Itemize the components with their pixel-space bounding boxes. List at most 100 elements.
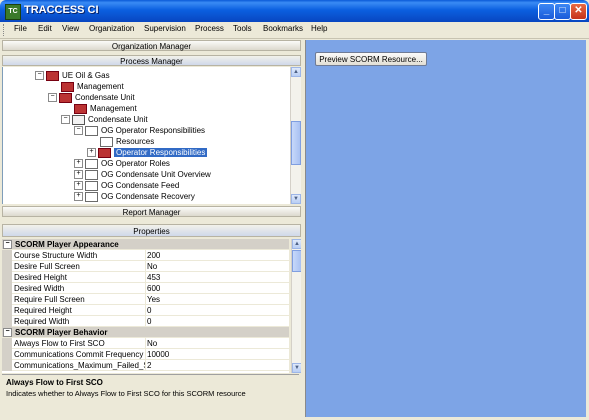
tree-node[interactable]: + OG Condensate Recovery (74, 191, 195, 202)
row-gutter (2, 250, 12, 261)
properties-header[interactable]: Properties (2, 224, 301, 237)
collapse-icon[interactable]: − (74, 126, 83, 136)
tree-node[interactable]: − OG Operator Responsibilities (74, 125, 205, 136)
minimize-button[interactable]: _ (538, 3, 555, 20)
property-row[interactable]: Require Full Screen Yes (2, 294, 289, 305)
collapse-icon[interactable]: − (3, 328, 12, 337)
tree-node[interactable]: Management (74, 103, 137, 114)
tree-node[interactable]: − Condensate Unit (61, 114, 148, 125)
tree-node[interactable]: Management (61, 81, 124, 92)
property-row[interactable]: Always Flow to First SCO No (2, 338, 289, 349)
tree-node[interactable]: Resources (100, 136, 154, 147)
property-value[interactable]: 2 (147, 360, 151, 371)
report-manager-header[interactable]: Report Manager (2, 206, 301, 217)
collapse-icon[interactable]: − (3, 240, 12, 249)
process-manager-header[interactable]: Process Manager (2, 55, 301, 66)
description-text: Indicates whether to Always Flow to Firs… (6, 389, 246, 398)
property-name: Required Height (14, 305, 146, 316)
property-row[interactable]: Desired Width 600 (2, 283, 289, 294)
close-button[interactable]: ✕ (570, 3, 587, 20)
collapse-icon[interactable]: − (48, 93, 57, 103)
category-label: SCORM Player Appearance (15, 240, 119, 249)
menu-tools[interactable]: Tools (233, 24, 252, 33)
property-row[interactable]: Desire Full Screen No (2, 261, 289, 272)
menu-bar: File Edit View Organization Supervision … (0, 22, 589, 39)
tree-node-label: OG Condensate Recovery (101, 192, 195, 201)
row-gutter (2, 338, 12, 349)
scorm-icon (98, 147, 111, 158)
property-value[interactable]: 10000 (147, 349, 169, 360)
row-gutter (2, 305, 12, 316)
scroll-up-icon[interactable]: ▲ (291, 67, 301, 77)
expand-icon[interactable]: + (87, 148, 96, 158)
property-name: Communications_Maximum_Failed_Sui (14, 360, 146, 371)
app-window: TC TRACCESS CI _ □ ✕ File Edit View Orga… (0, 0, 589, 420)
description-title: Always Flow to First SCO (6, 378, 103, 387)
collapse-icon[interactable]: − (61, 115, 70, 125)
menu-organization[interactable]: Organization (89, 24, 134, 33)
property-value[interactable]: 600 (147, 283, 160, 294)
property-name: Always Flow to First SCO (14, 338, 146, 349)
window-title: TRACCESS CI (24, 4, 99, 16)
expand-icon[interactable]: + (74, 181, 83, 191)
property-value[interactable]: 453 (147, 272, 160, 283)
scroll-thumb[interactable] (291, 121, 301, 165)
property-row[interactable]: Required Height 0 (2, 305, 289, 316)
property-name: Course Structure Width (14, 250, 146, 261)
property-row[interactable]: Desired Height 453 (2, 272, 289, 283)
workspace-pane: Preview SCORM Resource... (306, 40, 586, 417)
property-name: Desired Width (14, 283, 146, 294)
organization-manager-header[interactable]: Organization Manager (2, 40, 301, 51)
property-category[interactable]: − SCORM Player Appearance (2, 239, 289, 250)
menu-edit[interactable]: Edit (38, 24, 52, 33)
course-icon (85, 125, 98, 136)
menu-bookmarks[interactable]: Bookmarks (263, 24, 303, 33)
property-value[interactable]: 0 (147, 316, 151, 327)
property-name: Desired Height (14, 272, 146, 283)
title-bar[interactable]: TC TRACCESS CI _ □ ✕ (0, 0, 589, 22)
category-label: SCORM Player Behavior (15, 328, 108, 337)
tree-node-label: Management (90, 104, 137, 113)
property-row[interactable]: Required Width 0 (2, 316, 289, 327)
tree-node[interactable]: − Condensate Unit (48, 92, 135, 103)
tree-node-label: OG Operator Responsibilities (101, 126, 206, 135)
row-gutter (2, 283, 12, 294)
row-gutter (2, 360, 12, 371)
menu-process[interactable]: Process (195, 24, 224, 33)
flag-icon (46, 70, 59, 81)
row-gutter (2, 316, 12, 327)
menu-help[interactable]: Help (311, 24, 327, 33)
tree-node[interactable]: + OG Operator Roles (74, 158, 170, 169)
expand-icon[interactable]: + (74, 170, 83, 180)
collapse-icon[interactable]: − (35, 71, 44, 81)
tree-node-label: Management (77, 82, 124, 91)
tree-node-label: Condensate Unit (88, 115, 148, 124)
tree-scrollbar[interactable]: ▲ ▼ (290, 67, 301, 204)
menu-view[interactable]: View (62, 24, 79, 33)
property-value[interactable]: 0 (147, 305, 151, 316)
menu-supervision[interactable]: Supervision (144, 24, 186, 33)
property-value[interactable]: Yes (147, 294, 160, 305)
expand-icon[interactable]: + (74, 159, 83, 169)
property-value[interactable]: No (147, 261, 157, 272)
property-row[interactable]: Communications_Maximum_Failed_Sui 2 (2, 360, 289, 371)
scroll-down-icon[interactable]: ▼ (291, 194, 301, 204)
tree-node-selected[interactable]: + Operator Responsibilities (87, 147, 208, 158)
expand-icon[interactable]: + (74, 192, 83, 202)
row-gutter (2, 294, 12, 305)
course-icon (85, 169, 98, 180)
maximize-button[interactable]: □ (554, 3, 571, 20)
menu-file[interactable]: File (14, 24, 27, 33)
property-row[interactable]: Course Structure Width 200 (2, 250, 289, 261)
properties-grid: − SCORM Player Appearance Course Structu… (2, 239, 289, 373)
row-gutter (2, 349, 12, 360)
tree-node[interactable]: − UE Oil & Gas (35, 70, 110, 81)
tree-node[interactable]: + OG Condensate Unit Overview (74, 169, 211, 180)
preview-scorm-button[interactable]: Preview SCORM Resource... (315, 52, 427, 66)
property-value[interactable]: 200 (147, 250, 160, 261)
tree-node[interactable]: + OG Condensate Feed (74, 180, 179, 191)
app-icon: TC (5, 4, 21, 20)
property-value[interactable]: No (147, 338, 157, 349)
property-row[interactable]: Communications Commit Frequency 10000 (2, 349, 289, 360)
property-category[interactable]: − SCORM Player Behavior (2, 327, 289, 338)
